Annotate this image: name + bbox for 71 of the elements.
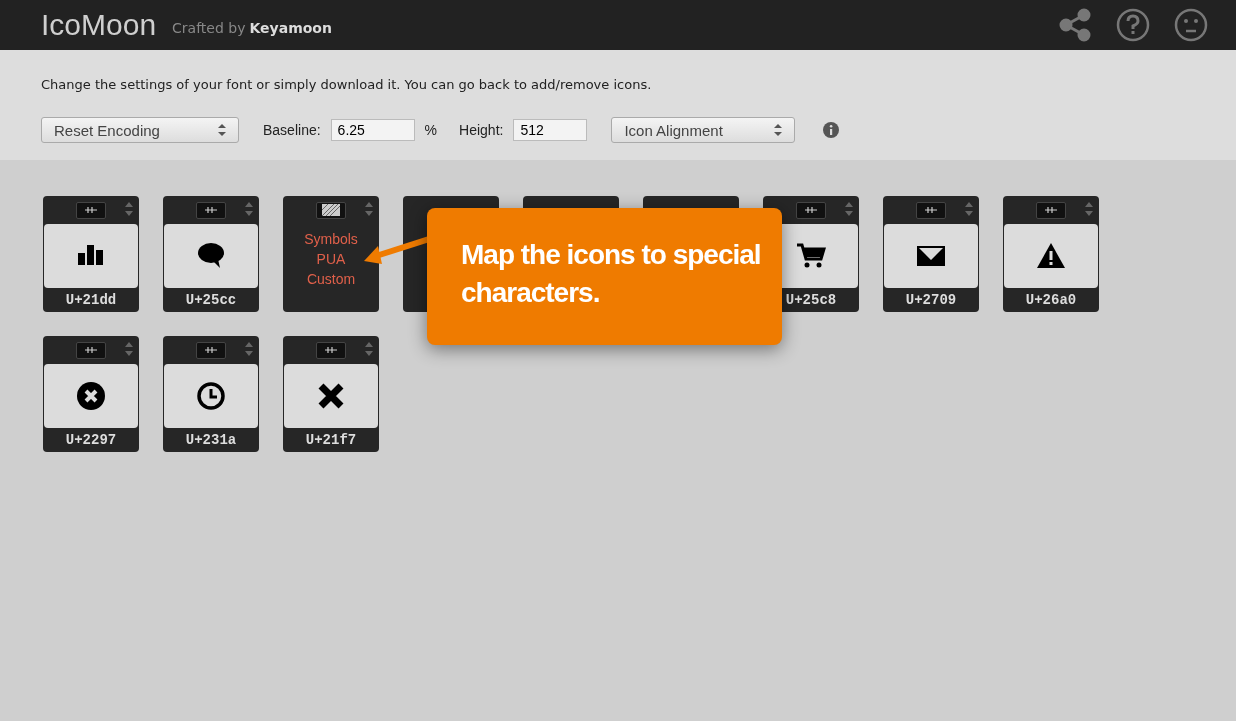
glyph-preview[interactable] [1036, 201, 1066, 219]
cart-icon [797, 243, 826, 268]
glyph-preview-icon [804, 205, 818, 215]
spinner-icon[interactable] [1085, 202, 1093, 216]
app-title: IcoMoon [41, 8, 157, 42]
author-link[interactable]: Keyamoon [249, 20, 332, 36]
spinner-icon[interactable] [125, 202, 133, 216]
glyph-card[interactable] [164, 364, 258, 428]
glyph-preview[interactable] [796, 201, 826, 219]
glyph-card[interactable] [284, 364, 378, 428]
warning-icon [1037, 243, 1065, 268]
baseline-field[interactable]: 6.25 [330, 119, 415, 141]
height-label: Height: [459, 122, 504, 138]
smiley-icon[interactable] [1174, 8, 1208, 42]
bar-chart-icon [78, 245, 103, 265]
glyph-preview-icon [204, 345, 218, 355]
glyph-preview-icon [1044, 205, 1058, 215]
callout-tooltip: Map the icons to special characters. [427, 208, 782, 345]
encoding-select[interactable]: Reset Encoding [41, 117, 239, 143]
code-point: U+231a [185, 432, 237, 448]
spinner-icon[interactable] [365, 342, 373, 356]
code-point: U+2297 [65, 432, 117, 448]
glyph-card[interactable] [164, 224, 258, 288]
glyph-preview-icon [84, 205, 98, 215]
help-icon[interactable] [1116, 8, 1150, 42]
glyph-preview[interactable] [916, 201, 946, 219]
glyph-preview-icon [324, 345, 338, 355]
glyph-preview-icon [204, 205, 218, 215]
speech-bubble-icon [198, 243, 224, 268]
info-icon[interactable] [823, 122, 840, 138]
glyph-card[interactable] [884, 224, 978, 288]
glyph-preview[interactable] [76, 341, 106, 359]
spinner-icon[interactable] [845, 202, 853, 216]
alignment-select[interactable]: Icon Alignment [611, 117, 796, 143]
glyph-card[interactable] [44, 224, 138, 288]
tagline: Crafted by [172, 20, 246, 36]
glyph-preview[interactable] [76, 201, 106, 219]
select-arrows-icon [218, 124, 226, 136]
spinner-icon[interactable] [125, 342, 133, 356]
code-point: U+21f7 [305, 432, 357, 448]
code-point: U+21dd [65, 292, 117, 308]
glyph-preview-icon [924, 205, 938, 215]
close-icon [77, 382, 105, 410]
code-point: U+25c8 [785, 292, 837, 308]
glyph-card[interactable] [44, 364, 138, 428]
clock-icon [197, 382, 225, 410]
select-arrows-icon [774, 124, 783, 136]
code-point: U+2709 [905, 292, 957, 308]
intro-text: Change the settings of your font or simply download it. You can go back to add/remove icons. [41, 77, 653, 92]
envelope-icon [917, 246, 945, 266]
baseline-unit: % [424, 122, 438, 138]
glyph-preview[interactable] [196, 341, 226, 359]
menu-option[interactable]: Symbols [304, 231, 358, 247]
glyph-preview-icon [84, 345, 98, 355]
glyph-preview[interactable] [316, 201, 346, 219]
spinner-icon[interactable] [245, 202, 253, 216]
baseline-label: Baseline: [263, 122, 321, 138]
menu-option[interactable]: Custom [306, 271, 356, 287]
menu-option[interactable]: PUA [316, 251, 346, 267]
code-point: U+25cc [185, 292, 237, 308]
height-field[interactable]: 512 [513, 119, 588, 141]
glyph-preview[interactable] [316, 341, 346, 359]
share-icon[interactable] [1058, 8, 1092, 42]
spinner-icon[interactable] [245, 342, 253, 356]
glyph-card[interactable] [1004, 224, 1098, 288]
spinner-icon[interactable] [365, 202, 373, 216]
glyph-preview[interactable] [196, 201, 226, 219]
spinner-icon[interactable] [965, 202, 973, 216]
hatched-square-icon [322, 204, 340, 216]
close-icon [317, 382, 345, 410]
code-point: U+26a0 [1025, 292, 1077, 308]
